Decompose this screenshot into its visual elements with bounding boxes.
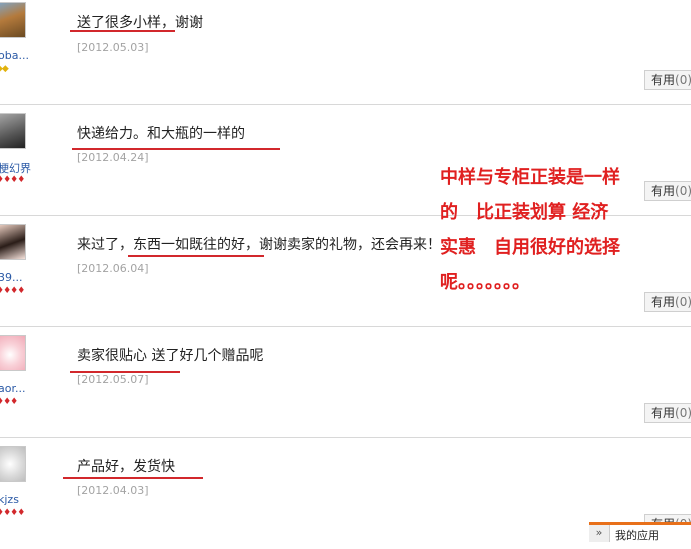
annotation-line: 中样与专柜正装是一样 (440, 167, 620, 188)
highlight-underline (63, 477, 203, 479)
useful-button[interactable]: 有用(0) (644, 292, 691, 312)
review-item: aor... ♦♦♦ 卖家很贴心 送了好几个赠品呢 [2012.05.07] 有… (0, 327, 691, 438)
useful-count: (0) (675, 73, 691, 87)
review-date: [2012.06.04] (77, 262, 149, 275)
my-apps-bar[interactable]: » 我的应用 (589, 522, 691, 542)
review-content: 快递给力。和大瓶的一样的 (77, 126, 245, 142)
avatar[interactable] (0, 113, 26, 149)
avatar[interactable] (0, 446, 26, 482)
review-date: [2012.05.07] (77, 373, 149, 386)
review-item: kjzs ♦♦♦♦ 产品好，发货快 [2012.04.03] 有用(0) (0, 438, 691, 549)
useful-label: 有用 (651, 184, 676, 198)
review-content: 卖家很贴心 送了好几个赠品呢 (77, 348, 264, 364)
useful-count: (0) (675, 406, 691, 420)
annotation-line: 呢。。。。。。。 (440, 272, 530, 293)
reviewer-name[interactable]: kjzs (0, 493, 19, 506)
avatar[interactable] (0, 2, 26, 38)
review-date: [2012.05.03] (77, 41, 149, 54)
avatar[interactable] (0, 335, 26, 371)
review-date: [2012.04.24] (77, 151, 149, 164)
expand-chevron-icon[interactable]: » (589, 525, 610, 542)
reviewer-name[interactable]: 梗幻界 (0, 160, 31, 176)
highlight-underline (72, 148, 280, 150)
reviewer-rank-badge: ♦♦♦♦ (0, 508, 25, 518)
reviewer-name[interactable]: 39... (0, 271, 23, 284)
highlight-underline (128, 255, 264, 257)
useful-label: 有用 (651, 73, 676, 87)
useful-count: (0) (675, 184, 691, 198)
reviewer-rank-badge: ♦♦♦♦ (0, 286, 25, 296)
useful-button[interactable]: 有用(0) (644, 181, 691, 201)
useful-label: 有用 (651, 295, 676, 309)
reviewer-name[interactable]: oba... (0, 49, 29, 62)
review-item: oba... ◆◆ 送了很多小样，谢谢 [2012.05.03] 有用(0) (0, 0, 691, 105)
annotation-line: 实惠 自用很好的选择 (440, 237, 620, 258)
useful-count: (0) (675, 295, 691, 309)
annotation-note: 中样与专柜正装是一样 的 比正装划算 经济 实惠 自用很好的选择 呢。。。。。。… (440, 160, 650, 300)
reviewer-rank-badge: ♦♦♦♦ (0, 175, 25, 185)
useful-label: 有用 (651, 406, 676, 420)
reviewer-name[interactable]: aor... (0, 382, 25, 395)
review-content: 来过了，东西一如既往的好，谢谢卖家的礼物，还会再来！ (77, 237, 441, 253)
review-date: [2012.04.03] (77, 484, 149, 497)
my-apps-label[interactable]: 我的应用 (615, 527, 659, 543)
annotation-line: 的 比正装划算 经济 (440, 202, 609, 223)
highlight-underline (70, 30, 175, 32)
useful-button[interactable]: 有用(0) (644, 70, 691, 90)
review-content: 送了很多小样，谢谢 (77, 15, 203, 31)
avatar[interactable] (0, 224, 26, 260)
useful-button[interactable]: 有用(0) (644, 403, 691, 423)
reviewer-rank-badge: ◆◆ (0, 64, 9, 74)
review-content: 产品好，发货快 (77, 459, 175, 475)
reviewer-rank-badge: ♦♦♦ (0, 397, 18, 407)
